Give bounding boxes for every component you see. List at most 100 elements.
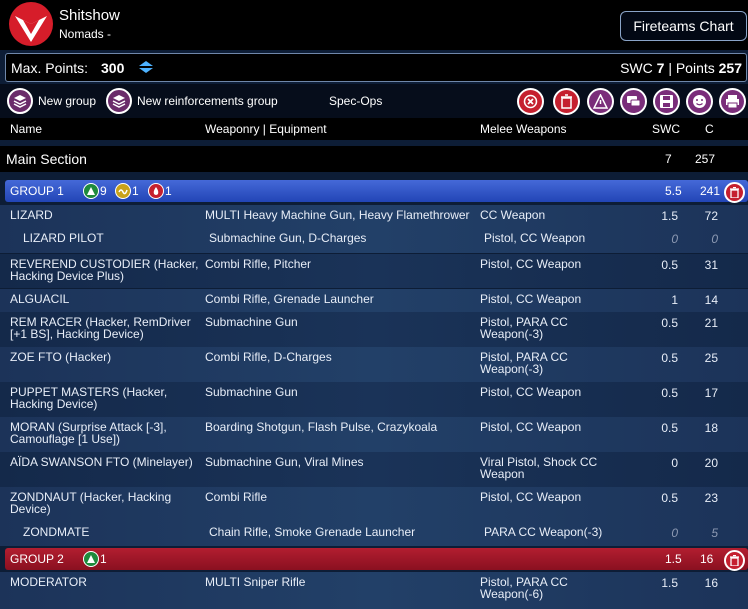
unit-swc: 0.5 <box>661 491 678 505</box>
main-section-title: Main Section <box>6 151 87 167</box>
app-header: Shitshow Nomads - Fireteams Chart <box>0 0 748 50</box>
regular-order-badge: 1 <box>83 551 107 567</box>
unit-name: ZONDMATE <box>23 525 90 539</box>
unit-swc: 0 <box>671 526 678 540</box>
main-section-points: 257 <box>695 152 716 166</box>
save-list-button[interactable] <box>653 88 680 115</box>
unit-swc: 0.5 <box>661 351 678 365</box>
column-header: Name Weaponry | Equipment Melee Weapons … <box>0 118 748 140</box>
regular-order-badge: 9 <box>83 183 107 199</box>
list-item[interactable]: ZONDNAUT (Hacker, Hacking Device) Combi … <box>0 487 748 522</box>
unit-name: ZONDNAUT (Hacker, Hacking Device) <box>10 490 172 516</box>
delete-list-button[interactable] <box>553 88 580 115</box>
unit-name: LIZARD PILOT <box>23 231 104 245</box>
unit-points: 20 <box>704 456 718 470</box>
unit-swc: 1 <box>671 293 678 307</box>
col-swc: SWC <box>652 122 680 136</box>
unit-swc: 0 <box>671 232 678 246</box>
unit-swc: 0.5 <box>661 316 678 330</box>
new-reinforcements-group-button[interactable]: New reinforcements group <box>106 87 278 115</box>
impetuous-order-count: 1 <box>165 184 172 198</box>
list-item[interactable]: ZOE FTO (Hacker) Combi Rifle, D-Charges … <box>0 347 748 382</box>
list-item[interactable]: LIZARD PILOT Submachine Gun, D-Charges P… <box>0 228 748 253</box>
list-title: Shitshow <box>59 7 120 24</box>
list-item[interactable]: LIZARD MULTI Heavy Machine Gun, Heavy Fl… <box>0 205 748 228</box>
irregular-order-count: 1 <box>132 184 139 198</box>
impetuous-order-icon <box>148 183 164 199</box>
new-reinforcements-icon <box>106 88 132 114</box>
unit-weapons: Combi Rifle <box>205 490 268 504</box>
list-item[interactable]: PUPPET MASTERS (Hacker, Hacking Device) … <box>0 382 748 417</box>
unit-name: ZOE FTO (Hacker) <box>10 350 112 364</box>
close-list-button[interactable] <box>517 88 544 115</box>
delete-group-icon <box>730 555 739 566</box>
fireteams-chart-button[interactable]: Fireteams Chart <box>620 11 747 41</box>
list-item[interactable]: ALGUACIL Combi Rifle, Grenade Launcher P… <box>0 289 748 312</box>
unit-melee: Pistol, CC Weapon <box>480 420 582 434</box>
share-list-button[interactable] <box>620 88 647 115</box>
unit-points: 16 <box>704 576 718 590</box>
unit-melee: Pistol, PARA CC Weapon(-6) <box>480 575 568 601</box>
close-icon <box>523 94 538 109</box>
unit-points: 14 <box>704 293 718 307</box>
unit-name: REM RACER (Hacker, RemDriver [+1 BS], Ha… <box>10 315 191 341</box>
delete-group-button[interactable] <box>724 550 745 571</box>
unit-melee: Pistol, CC Weapon <box>484 231 586 245</box>
unit-weapons: Submachine Gun, D-Charges <box>209 231 367 245</box>
list-item[interactable]: MODERATOR MULTI Sniper Rifle Pistol, PAR… <box>0 572 748 609</box>
main-section-header: Main Section 7 257 <box>0 146 748 172</box>
list-item[interactable]: REVEREND CUSTODIER (Hacker, Hacking Devi… <box>0 254 748 288</box>
group-header[interactable]: GROUP 2 1 1.5 16 <box>5 548 748 570</box>
unit-name: ALGUACIL <box>10 292 70 306</box>
list-item[interactable]: REM RACER (Hacker, RemDriver [+1 BS], Ha… <box>0 312 748 347</box>
trash-icon <box>561 94 572 109</box>
swc-points-summary: SWC 7 | Points 257 <box>620 60 742 76</box>
col-weaponry: Weaponry | Equipment <box>205 122 327 136</box>
unit-points: 72 <box>704 209 718 223</box>
unit-swc: 0.5 <box>661 421 678 435</box>
print-list-button[interactable] <box>719 88 746 115</box>
profile-button[interactable] <box>686 88 713 115</box>
regular-order-count: 1 <box>100 552 107 566</box>
delete-group-icon <box>730 187 739 198</box>
col-cost: C <box>705 122 714 136</box>
swc-label: SWC <box>620 60 653 76</box>
unit-swc: 0 <box>671 456 678 470</box>
group-header[interactable]: GROUP 1 9 1 1 5.5 241 <box>5 180 748 202</box>
unit-weapons: MULTI Sniper Rifle <box>205 575 306 589</box>
list-item[interactable]: ZONDMATE Chain Rifle, Smoke Grenade Laun… <box>0 522 748 546</box>
unit-swc: 0.5 <box>661 258 678 272</box>
validate-list-button[interactable] <box>587 88 614 115</box>
group-swc: 5.5 <box>665 184 682 198</box>
group-points: 241 <box>700 184 721 198</box>
unit-melee: Pistol, PARA CC Weapon(-3) <box>480 350 568 376</box>
unit-name: AÏDA SWANSON FTO (Minelayer) <box>10 455 193 469</box>
list-item[interactable]: MORAN (Surprise Attack [-3], Camouflage … <box>0 417 748 452</box>
group-swc: 1.5 <box>665 552 682 566</box>
unit-swc: 1.5 <box>661 576 678 590</box>
unit-weapons: Boarding Shotgun, Flash Pulse, Crazykoal… <box>205 420 438 434</box>
unit-weapons: Submachine Gun <box>205 385 298 399</box>
unit-name: LIZARD <box>10 208 53 222</box>
new-reinforcements-group-label: New reinforcements group <box>137 94 278 108</box>
face-icon <box>693 95 706 108</box>
group-name: GROUP 2 <box>10 552 64 566</box>
unit-weapons: Chain Rifle, Smoke Grenade Launcher <box>209 525 416 539</box>
group-name: GROUP 1 <box>10 184 64 198</box>
new-group-button[interactable]: New group <box>7 87 96 115</box>
points-stepper-icon[interactable] <box>137 60 155 74</box>
delete-group-button[interactable] <box>724 182 745 203</box>
main-section-swc: 7 <box>665 152 672 166</box>
spec-ops-button[interactable]: Spec-Ops <box>329 94 382 108</box>
list-item[interactable]: AÏDA SWANSON FTO (Minelayer) Submachine … <box>0 452 748 487</box>
faction-logo-icon <box>9 2 53 46</box>
unit-weapons: Combi Rifle, Grenade Launcher <box>205 292 374 306</box>
points-label: | Points <box>668 60 715 76</box>
unit-swc: 0.5 <box>661 386 678 400</box>
points-bar: Max. Points: 300 SWC 7 | Points 257 <box>5 53 747 82</box>
unit-points: 18 <box>704 421 718 435</box>
new-group-label: New group <box>38 94 97 108</box>
regular-order-count: 9 <box>100 184 107 198</box>
irregular-order-icon <box>115 183 131 199</box>
unit-name: PUPPET MASTERS (Hacker, Hacking Device) <box>10 385 168 411</box>
